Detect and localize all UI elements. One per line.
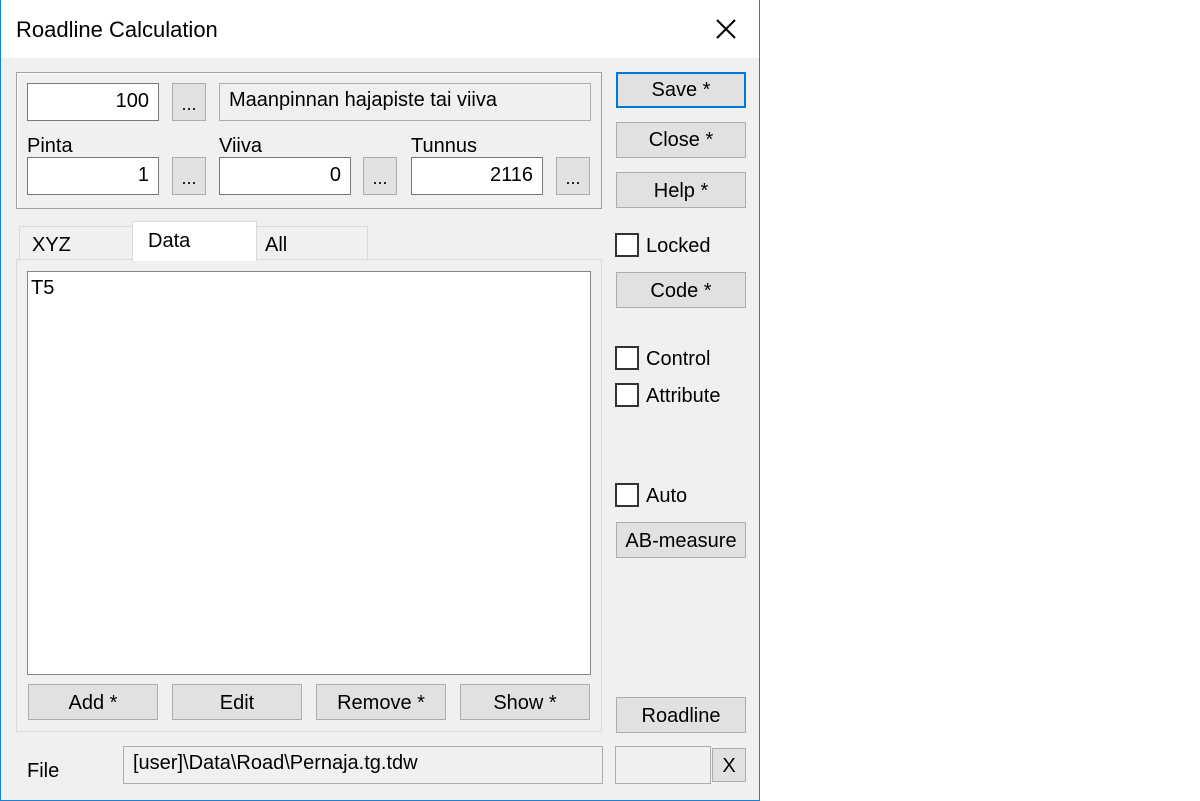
close-button[interactable]: Close *	[616, 122, 746, 158]
pinta-label: Pinta	[27, 135, 73, 157]
add-button[interactable]: Add *	[28, 684, 158, 720]
tunnus-field[interactable]: 2116	[411, 157, 543, 195]
attribute-checkbox[interactable]	[615, 383, 639, 407]
tunnus-browse-button[interactable]: ...	[556, 157, 590, 195]
code-browse-button[interactable]: ...	[172, 83, 206, 121]
auto-label: Auto	[646, 485, 688, 507]
code-description-field: Maanpinnan hajapiste tai viiva	[219, 83, 591, 121]
file-extra-field[interactable]	[615, 746, 711, 784]
file-label: File	[27, 760, 60, 782]
viiva-field[interactable]: 0	[219, 157, 351, 195]
code-button[interactable]: Code *	[616, 272, 746, 308]
remove-button[interactable]: Remove *	[316, 684, 446, 720]
show-button[interactable]: Show *	[460, 684, 590, 720]
tab-all[interactable]: All	[254, 226, 368, 260]
tab-data[interactable]: Data	[132, 221, 257, 261]
tab-xyz[interactable]: XYZ	[19, 226, 135, 260]
window-title: Roadline Calculation	[16, 17, 218, 42]
clear-file-button[interactable]: X	[712, 748, 746, 782]
list-item[interactable]: T5	[31, 277, 54, 300]
help-button[interactable]: Help *	[616, 172, 746, 208]
file-path-field: [user]\Data\Road\Pernaja.tg.tdw	[123, 746, 603, 784]
data-listbox[interactable]: T5	[27, 271, 591, 675]
roadline-dialog: Roadline Calculation 100 ... Maanpinnan …	[0, 0, 760, 801]
close-window-button[interactable]	[703, 6, 749, 52]
locked-label: Locked	[646, 235, 711, 257]
control-label: Control	[646, 348, 711, 370]
pinta-field[interactable]: 1	[27, 157, 159, 195]
code-value-field[interactable]: 100	[27, 83, 159, 121]
close-icon	[716, 19, 736, 39]
auto-checkbox[interactable]	[615, 483, 639, 507]
tunnus-label: Tunnus	[411, 135, 477, 157]
viiva-label: Viiva	[219, 135, 262, 157]
save-button[interactable]: Save *	[616, 72, 746, 108]
control-checkbox[interactable]	[615, 346, 639, 370]
pinta-browse-button[interactable]: ...	[172, 157, 206, 195]
edit-button[interactable]: Edit	[172, 684, 302, 720]
roadline-button[interactable]: Roadline	[616, 697, 746, 733]
locked-checkbox[interactable]	[615, 233, 639, 257]
attribute-label: Attribute	[646, 385, 721, 407]
viiva-browse-button[interactable]: ...	[363, 157, 397, 195]
ab-measure-button[interactable]: AB-measure	[616, 522, 746, 558]
title-bar: Roadline Calculation	[1, 0, 759, 58]
